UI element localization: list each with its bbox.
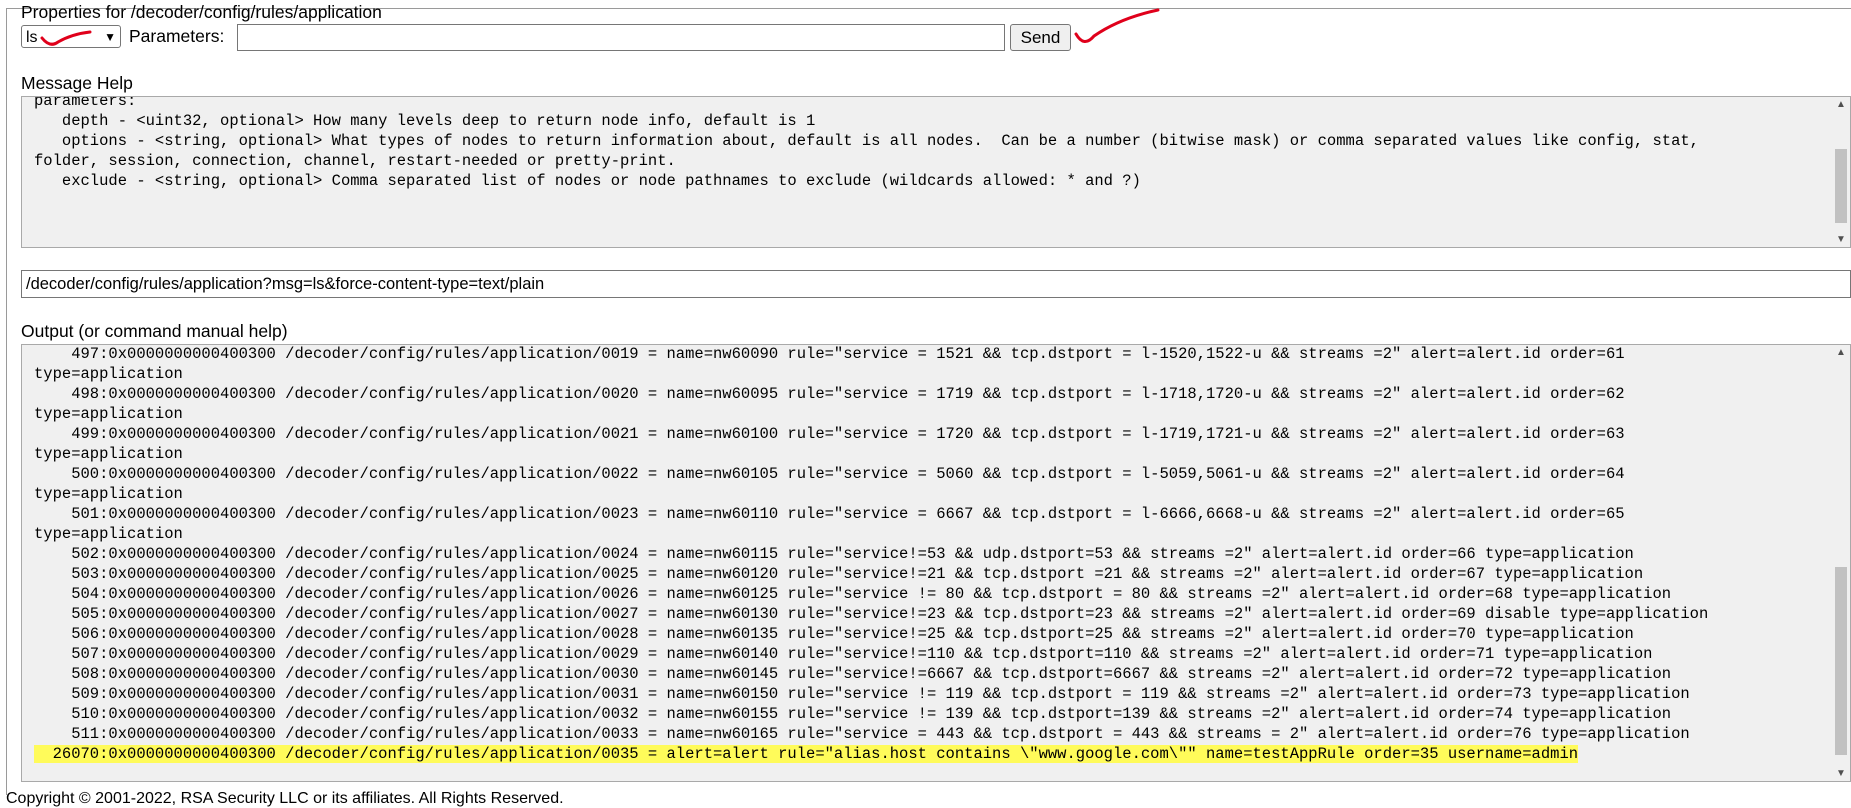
send-button[interactable]: Send [1010,24,1071,51]
output-line: 501:0x0000000000400300 /decoder/config/r… [34,505,1625,523]
properties-title: Properties for /decoder/config/rules/app… [21,2,382,22]
message-help-title: Message Help [21,73,133,93]
help-line: parameters: [34,96,137,110]
output-line: 498:0x0000000000400300 /decoder/config/r… [34,385,1625,403]
output-line: type=application [34,525,183,543]
output-line: 502:0x0000000000400300 /decoder/config/r… [34,545,1634,563]
check-mark-annotation-icon [1074,8,1160,43]
output-scrollbar-thumb[interactable] [1835,567,1847,755]
parameters-input[interactable] [237,24,1005,51]
output-line: 505:0x0000000000400300 /decoder/config/r… [34,605,1709,623]
scroll-up-icon[interactable]: ▲ [1832,99,1850,110]
message-help-pane[interactable]: parameters: depth - <uint32, optional> H… [21,96,1851,248]
message-select-value: ls [26,29,38,46]
output-title: Output (or command manual help) [21,321,288,341]
output-line: 510:0x0000000000400300 /decoder/config/r… [34,705,1672,723]
help-line: options - <string, optional> What types … [34,132,1699,150]
output-scrollbar[interactable]: ▲ ▼ [1832,345,1850,781]
output-pane[interactable]: 497:0x0000000000400300 /decoder/config/r… [21,344,1851,782]
output-line: 499:0x0000000000400300 /decoder/config/r… [34,425,1625,443]
output-line: type=application [34,485,183,503]
help-line: depth - <uint32, optional> How many leve… [34,112,816,130]
chevron-down-icon: ▼ [104,30,116,44]
help-scrollbar-thumb[interactable] [1835,149,1847,223]
output-line: type=application [34,445,183,463]
output-text: 497:0x0000000000400300 /decoder/config/r… [22,345,1850,764]
output-line: 504:0x0000000000400300 /decoder/config/r… [34,585,1672,603]
output-line: 503:0x0000000000400300 /decoder/config/r… [34,565,1644,583]
scroll-down-icon[interactable]: ▼ [1832,768,1850,779]
output-line: 508:0x0000000000400300 /decoder/config/r… [34,665,1672,683]
output-line: 497:0x0000000000400300 /decoder/config/r… [34,345,1625,363]
output-line: 500:0x0000000000400300 /decoder/config/r… [34,465,1625,483]
scroll-down-icon[interactable]: ▼ [1832,234,1850,245]
help-scrollbar[interactable]: ▲ ▼ [1832,97,1850,247]
scroll-up-icon[interactable]: ▲ [1832,347,1850,358]
output-line: 509:0x0000000000400300 /decoder/config/r… [34,685,1690,703]
output-line: 511:0x0000000000400300 /decoder/config/r… [34,725,1690,743]
message-help-text: parameters: depth - <uint32, optional> H… [22,96,1850,191]
output-line: 506:0x0000000000400300 /decoder/config/r… [34,625,1634,643]
help-line: exclude - <string, optional> Comma separ… [34,172,1141,190]
parameters-label: Parameters: [129,26,225,46]
output-line: type=application [34,405,183,423]
check-mark-annotation-icon [40,30,92,46]
highlighted-output-line: 26070:0x0000000000400300 /decoder/config… [34,745,1579,763]
output-line: type=application [34,365,183,383]
footer-copyright: Copyright © 2001-2022, RSA Security LLC … [6,790,564,807]
url-field[interactable]: /decoder/config/rules/application?msg=ls… [21,270,1851,298]
output-line: 507:0x0000000000400300 /decoder/config/r… [34,645,1653,663]
help-line: folder, session, connection, channel, re… [34,152,676,170]
